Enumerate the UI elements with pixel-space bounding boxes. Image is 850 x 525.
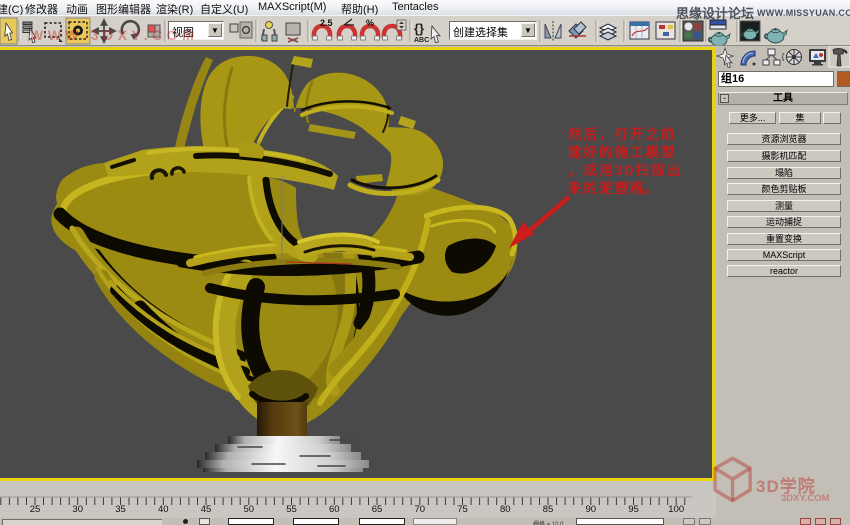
svg-text:35: 35 xyxy=(115,504,126,515)
svg-text:80: 80 xyxy=(500,504,511,515)
svg-text:ABC: ABC xyxy=(414,37,429,44)
svg-text:30: 30 xyxy=(72,504,83,515)
svg-text:75: 75 xyxy=(457,504,468,515)
svg-text:95: 95 xyxy=(628,504,639,515)
svg-text:45: 45 xyxy=(201,504,212,515)
svg-text:65: 65 xyxy=(372,504,383,515)
svg-text:40: 40 xyxy=(158,504,169,515)
svg-text:50: 50 xyxy=(244,504,255,515)
svg-text:100: 100 xyxy=(668,504,684,515)
svg-text:60: 60 xyxy=(329,504,340,515)
svg-text:25: 25 xyxy=(30,504,41,515)
svg-text:70: 70 xyxy=(415,504,426,515)
svg-text:{}: {} xyxy=(414,21,424,36)
svg-text:55: 55 xyxy=(286,504,297,515)
svg-text:%: % xyxy=(366,18,374,28)
svg-text:85: 85 xyxy=(543,504,554,515)
svg-text:90: 90 xyxy=(586,504,597,515)
svg-text:2.5: 2.5 xyxy=(320,18,333,28)
